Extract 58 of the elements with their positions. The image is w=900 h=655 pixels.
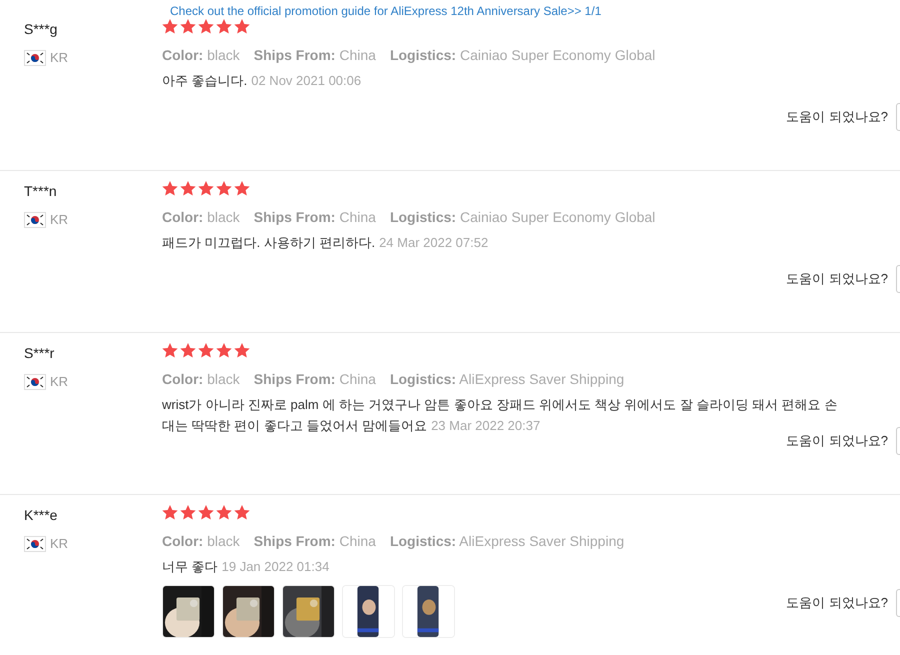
product-attribute: Ships From: China — [254, 533, 376, 549]
helpful-question: 도움이 되었나요? — [786, 594, 888, 612]
flag-icon — [24, 212, 46, 228]
product-attribute: Color: black — [162, 47, 240, 63]
star-icon — [216, 19, 232, 34]
country-code: KR — [50, 49, 68, 67]
star-icon — [162, 343, 178, 358]
review-text: wrist가 아니라 진짜로 palm 에 하는 거였구나 암튼 좋아요 장패드 위에서도 책상 위에서도 잘 슬라이딩 돼서 편해요 손 — [162, 397, 838, 412]
review-date: 23 Mar 2022 20:37 — [431, 418, 540, 433]
promotion-link[interactable]: Check out the official promotion guide for AliExpress 12th Anniversary Sale>> 1/1 — [170, 5, 602, 17]
star-icon — [180, 505, 196, 520]
star-icon — [162, 505, 178, 520]
star-icon — [198, 505, 214, 520]
star-icon — [234, 19, 250, 34]
review-text: 아주 좋습니다. — [162, 73, 248, 88]
country-code: KR — [50, 373, 68, 391]
star-icon — [180, 343, 196, 358]
product-attribute: Logistics: AliExpress Saver Shipping — [390, 371, 624, 387]
product-attribute: Ships From: China — [254, 209, 376, 225]
star-icon — [162, 181, 178, 196]
product-attribute: Color: black — [162, 533, 240, 549]
flag-icon — [24, 536, 46, 552]
country-code: KR — [50, 535, 68, 553]
reviewer-name: S***r — [24, 344, 54, 363]
star-icon — [234, 343, 250, 358]
helpful-question: 도움이 되었나요? — [786, 108, 888, 126]
product-attribute: Logistics: AliExpress Saver Shipping — [390, 533, 624, 549]
product-attribute: Ships From: China — [254, 47, 376, 63]
review-date: 19 Jan 2022 01:34 — [222, 559, 330, 574]
reviewer-name: S***g — [24, 20, 58, 39]
flag-icon — [24, 374, 46, 390]
star-icon — [198, 181, 214, 196]
star-icon — [234, 181, 250, 196]
star-icon — [180, 181, 196, 196]
review-text: 너무 좋다 — [162, 559, 218, 574]
product-attribute: Color: black — [162, 209, 240, 225]
star-icon — [198, 343, 214, 358]
review-text: 패드가 미끄럽다. 사용하기 편리하다. — [162, 235, 376, 250]
star-icon — [162, 19, 178, 34]
star-icon — [234, 505, 250, 520]
product-attribute: Logistics: Cainiao Super Economy Global — [390, 209, 656, 225]
review-text: 대는 딱딱한 편이 좋다고 들었어서 맘에들어요 — [162, 418, 428, 433]
star-icon — [216, 343, 232, 358]
helpful-question: 도움이 되었나요? — [786, 270, 888, 288]
country-code: KR — [50, 211, 68, 229]
review-date: 24 Mar 2022 07:52 — [379, 235, 488, 250]
star-icon — [216, 181, 232, 196]
star-icon — [216, 505, 232, 520]
product-attribute: Color: black — [162, 371, 240, 387]
product-attribute: Logistics: Cainiao Super Economy Global — [390, 47, 656, 63]
reviewer-name: T***n — [24, 182, 57, 201]
review-date: 02 Nov 2021 00:06 — [251, 73, 362, 88]
reviewer-name: K***e — [24, 506, 58, 525]
product-attribute: Ships From: China — [254, 371, 376, 387]
star-icon — [198, 19, 214, 34]
helpful-question: 도움이 되었나요? — [786, 432, 888, 450]
flag-icon — [24, 50, 46, 66]
star-icon — [180, 19, 196, 34]
